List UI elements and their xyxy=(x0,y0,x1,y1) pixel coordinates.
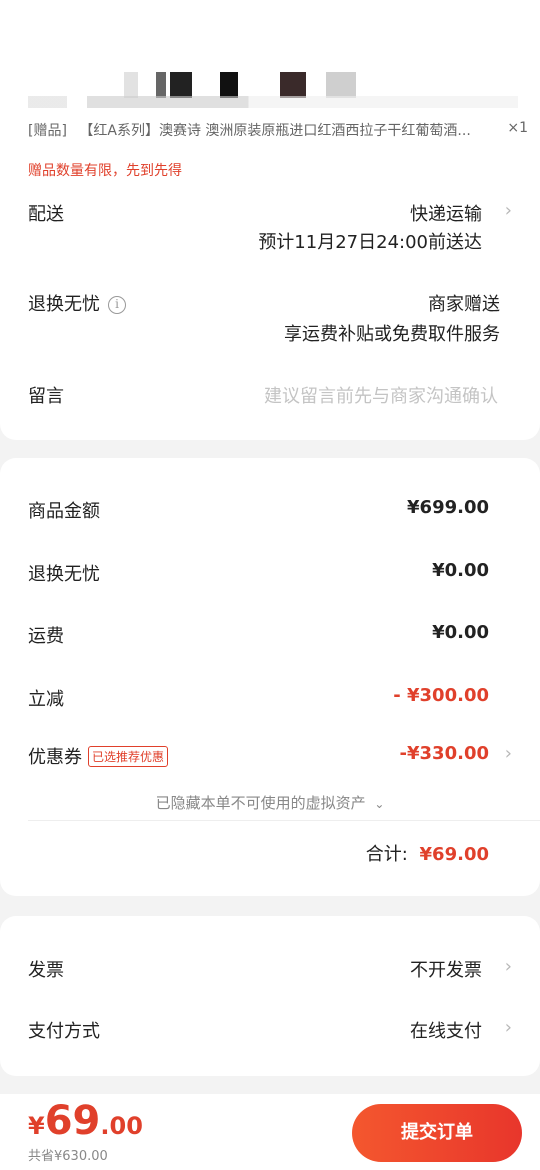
instant-discount-value: - ¥300.00 xyxy=(393,685,489,706)
delivery-eta: 预计11月27日24:00前送达 xyxy=(258,232,482,253)
invoice-row[interactable]: 发票 不开发票 › xyxy=(28,956,512,982)
chevron-down-icon: ⌄ xyxy=(374,797,385,811)
message-row[interactable]: 留言 建议留言前先与商家沟通确认 xyxy=(28,382,512,410)
chevron-right-icon: › xyxy=(504,743,512,764)
truncated-gift-line xyxy=(28,96,518,108)
info-icon[interactable]: i xyxy=(108,296,126,314)
gift-notice: 赠品数量有限，先到先得 xyxy=(28,163,182,179)
goods-amount-value: ¥699.00 xyxy=(407,497,489,518)
coupon-tag: 已选推荐优惠 xyxy=(88,746,169,767)
hidden-assets-text: 已隐藏本单不可使用的虚拟资产 xyxy=(155,794,366,812)
return-policy-text: 退换无忧 xyxy=(28,294,100,315)
hidden-assets-toggle[interactable]: 已隐藏本单不可使用的虚拟资产 ⌄ xyxy=(0,792,540,813)
coupon-row[interactable]: 优惠券 已选推荐优惠 -¥330.00 › xyxy=(28,743,512,769)
coupon-label-group: 优惠券 已选推荐优惠 xyxy=(28,743,169,769)
delivery-method: 快递运输 xyxy=(410,204,482,225)
delivery-row[interactable]: 配送 快递运输 › 预计11月27日24:00前送达 xyxy=(28,200,512,256)
invoice-label: 发票 xyxy=(28,960,64,981)
payment-label: 支付方式 xyxy=(28,1021,100,1042)
shipping-fee-row: 运费 ¥0.00 xyxy=(28,622,512,648)
divider xyxy=(28,820,540,821)
payment-row[interactable]: 支付方式 在线支付 › xyxy=(28,1017,512,1043)
total-value: ¥69.00 xyxy=(419,844,489,865)
instant-discount-row: 立减 - ¥300.00 xyxy=(28,685,512,711)
pay-amount-integer: 69 xyxy=(44,1098,101,1144)
chevron-right-icon: › xyxy=(504,1017,512,1038)
return-policy-row[interactable]: 退换无忧 i 商家赠送 享运费补贴或免费取件服务 xyxy=(28,290,512,346)
coupon-value: -¥330.00 xyxy=(399,743,489,764)
return-fee-label: 退换无忧 xyxy=(28,564,100,585)
total-label: 合计: xyxy=(365,844,408,865)
shipping-fee-label: 运费 xyxy=(28,626,64,647)
delivery-label: 配送 xyxy=(28,204,64,225)
chevron-right-icon: › xyxy=(504,956,512,977)
goods-amount-label: 商品金额 xyxy=(28,501,100,522)
gift-quantity: ×1 xyxy=(507,120,528,136)
saved-amount: 共省¥630.00 xyxy=(28,1149,108,1164)
total-row: 合计: ¥69.00 xyxy=(28,840,512,866)
return-policy-label: 退换无忧 i xyxy=(28,290,126,316)
price-summary-card xyxy=(0,458,540,896)
gift-title: 【红A系列】澳赛诗 澳洲原装原瓶进口红酒西拉子干红葡萄酒... xyxy=(79,123,471,139)
pay-amount: ¥69.00 xyxy=(28,1098,143,1144)
return-fee-row: 退换无忧 ¥0.00 xyxy=(28,560,512,586)
goods-amount-row: 商品金额 ¥699.00 xyxy=(28,497,512,523)
message-input[interactable]: 建议留言前先与商家沟通确认 xyxy=(264,382,498,408)
return-policy-value: 商家赠送 xyxy=(428,294,500,315)
shipping-fee-value: ¥0.00 xyxy=(432,622,489,643)
pay-amount-decimal: .00 xyxy=(100,1112,143,1140)
instant-discount-label: 立减 xyxy=(28,689,64,710)
invoice-payment-card xyxy=(0,916,540,1076)
invoice-value: 不开发票 xyxy=(410,960,482,981)
message-label: 留言 xyxy=(28,386,64,407)
gift-tag: [赠品] xyxy=(28,123,67,139)
chevron-right-icon: › xyxy=(504,200,512,221)
gift-item-row[interactable]: [赠品] 【红A系列】澳赛诗 澳洲原装原瓶进口红酒西拉子干红葡萄酒... ×1 xyxy=(28,120,528,140)
total-group: 合计: ¥69.00 xyxy=(366,840,489,866)
coupon-label: 优惠券 xyxy=(28,747,82,768)
submit-order-button[interactable]: 提交订单 xyxy=(352,1104,522,1162)
return-policy-detail: 享运费补贴或免费取件服务 xyxy=(284,324,500,345)
payment-value: 在线支付 xyxy=(410,1021,482,1042)
currency-symbol: ¥ xyxy=(28,1112,45,1140)
return-fee-value: ¥0.00 xyxy=(432,560,489,581)
